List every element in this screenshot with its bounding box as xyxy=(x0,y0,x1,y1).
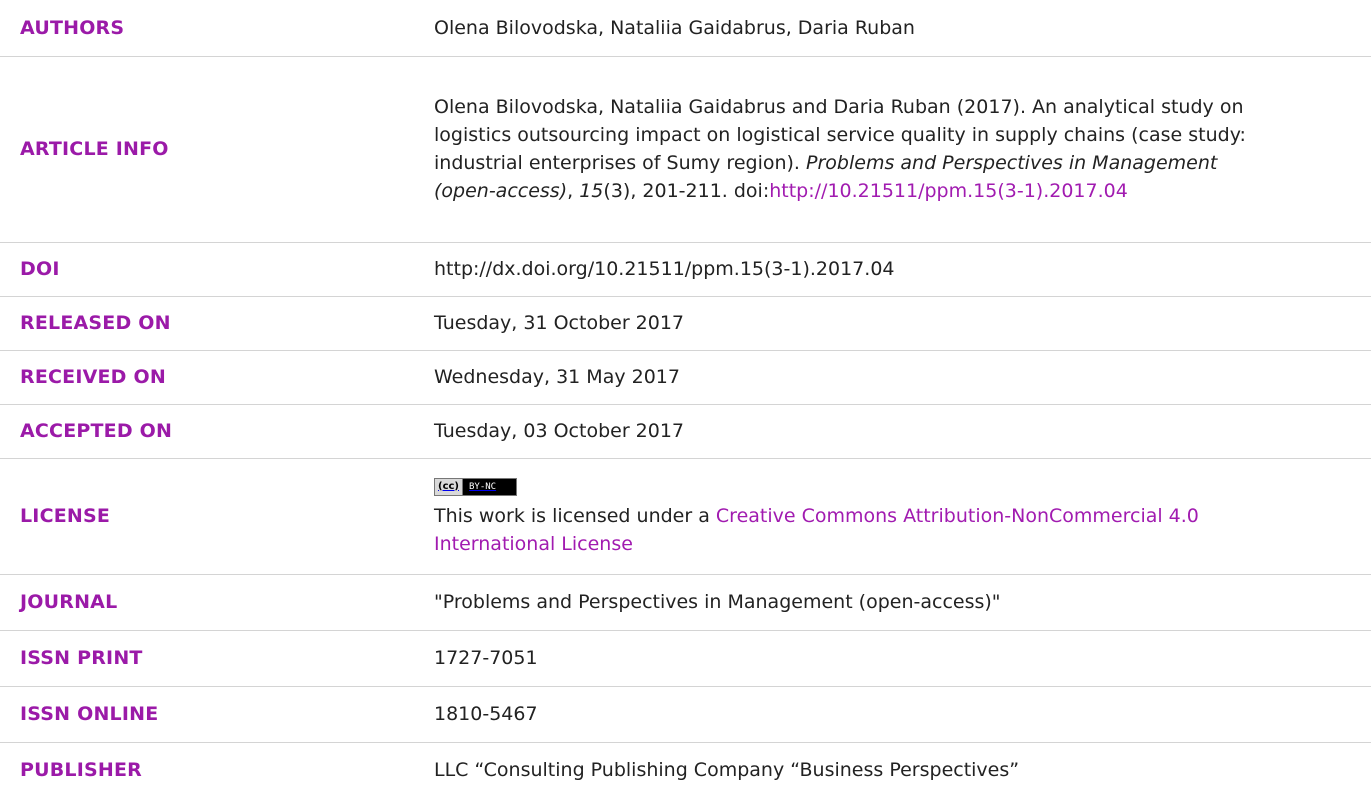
cc-icon: (cc) xyxy=(435,478,463,495)
authors-label: AUTHORS xyxy=(0,0,434,57)
accepted-on-label: ACCEPTED ON xyxy=(0,404,434,459)
row-doi: DOI http://dx.doi.org/10.21511/ppm.15(3-… xyxy=(0,242,1371,297)
accepted-on-value: Tuesday, 03 October 2017 xyxy=(434,404,1371,459)
row-authors: AUTHORS Olena Bilovodska, Nataliia Gaida… xyxy=(0,0,1371,57)
issn-print-value: 1727-7051 xyxy=(434,630,1371,687)
authors-value: Olena Bilovodska, Nataliia Gaidabrus, Da… xyxy=(434,0,1371,57)
journal-value: "Problems and Perspectives in Management… xyxy=(434,574,1371,631)
article-info-value: Olena Bilovodska, Nataliia Gaidabrus and… xyxy=(434,56,1371,243)
publisher-label: PUBLISHER xyxy=(20,759,143,782)
row-issn-online: ISSN ONLINE 1810-5467 xyxy=(0,686,1371,743)
row-journal: JOURNAL "Problems and Perspectives in Ma… xyxy=(0,574,1371,631)
row-article-info: ARTICLE INFO Olena Bilovodska, Nataliia … xyxy=(0,56,1371,243)
license-text: This work is licensed under a xyxy=(434,505,716,527)
issn-print-label: ISSN PRINT xyxy=(0,630,434,687)
released-on-label: RELEASED ON xyxy=(0,296,434,351)
citation-comma: , xyxy=(567,180,580,202)
article-info-label: ARTICLE INFO xyxy=(0,56,434,243)
journal-label: JOURNAL xyxy=(0,574,434,631)
row-received-on: RECEIVED ON Wednesday, 31 May 2017 xyxy=(0,350,1371,405)
license-label: LICENSE xyxy=(0,458,434,575)
publisher-value: LLC “Consulting Publishing Company “Busi… xyxy=(434,759,1020,782)
row-issn-print: ISSN PRINT 1727-7051 xyxy=(0,630,1371,687)
citation-doi-link[interactable]: http://10.21511/ppm.15(3-1).2017.04 xyxy=(769,180,1128,202)
row-license: LICENSE (cc) BY-NC This work is licensed u… xyxy=(0,458,1371,575)
row-released-on: RELEASED ON Tuesday, 31 October 2017 xyxy=(0,296,1371,351)
received-on-label: RECEIVED ON xyxy=(0,350,434,405)
released-on-value: Tuesday, 31 October 2017 xyxy=(434,296,1371,351)
doi-value: http://dx.doi.org/10.21511/ppm.15(3-1).2… xyxy=(434,242,1371,297)
article-info-table: AUTHORS Olena Bilovodska, Nataliia Gaida… xyxy=(0,0,1371,798)
row-publisher: PUBLISHER LLC “Consulting Publishing Com… xyxy=(0,742,1371,798)
cc-license-badge[interactable]: (cc) BY-NC xyxy=(434,477,518,496)
issn-online-label: ISSN ONLINE xyxy=(0,686,434,743)
license-value: (cc) BY-NC This work is licensed under a C… xyxy=(434,458,1371,575)
citation-volume: 15 xyxy=(579,180,604,202)
citation-issue-pages: (3), 201-211. doi: xyxy=(603,180,770,202)
cc-badge-text: BY-NC xyxy=(463,478,517,495)
row-accepted-on: ACCEPTED ON Tuesday, 03 October 2017 xyxy=(0,404,1371,459)
doi-label: DOI xyxy=(0,242,434,297)
received-on-value: Wednesday, 31 May 2017 xyxy=(434,350,1371,405)
issn-online-value: 1810-5467 xyxy=(434,686,1371,743)
